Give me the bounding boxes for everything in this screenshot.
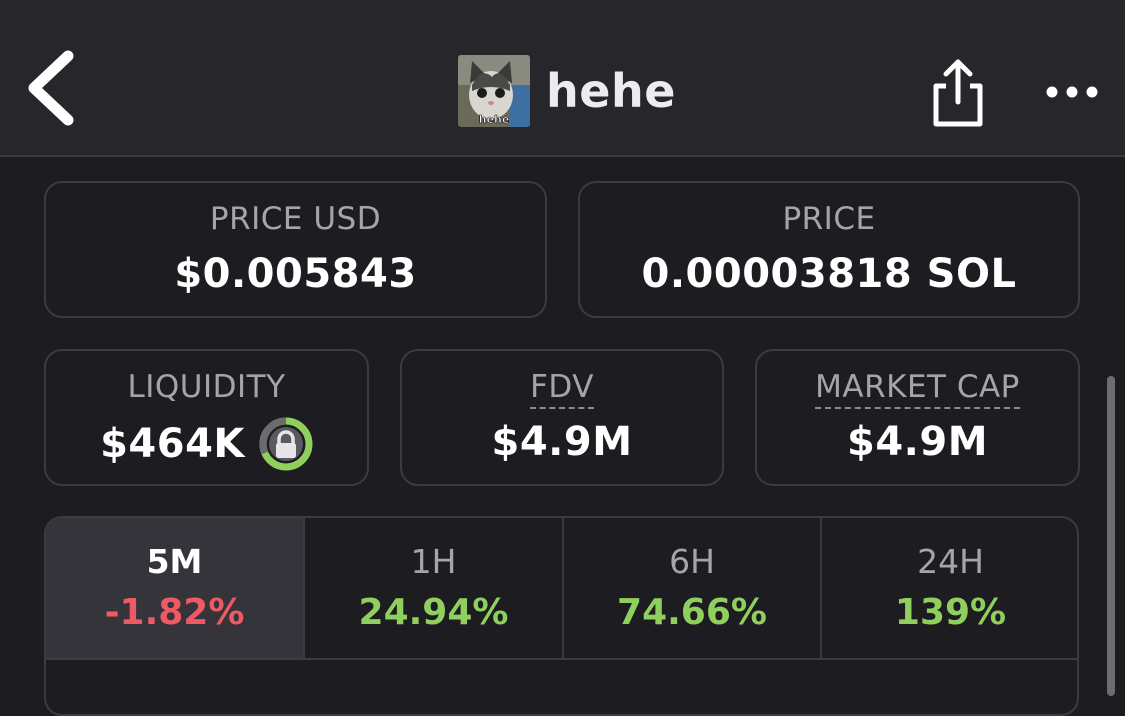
tabs-divider: [46, 658, 1077, 660]
liquidity-value: $464K: [100, 421, 245, 467]
market-cap-label[interactable]: MARKET CAP: [757, 369, 1078, 409]
fdv-label-text: FDV: [530, 369, 594, 409]
token-name: hehe: [546, 64, 676, 118]
timeframe-tabs: 5M -1.82% 1H 24.94% 6H 74.66% 24H 139%: [44, 516, 1079, 716]
price-usd-value: $0.005843: [174, 251, 417, 297]
tab-1h-label: 1H: [410, 542, 457, 581]
share-button[interactable]: [928, 58, 988, 130]
market-cap-value: $4.9M: [847, 419, 988, 465]
liquidity-card: LIQUIDITY $464K: [44, 349, 369, 486]
token-identity[interactable]: hehe hehe: [458, 55, 676, 127]
tab-6h-label: 6H: [669, 542, 715, 581]
price-usd-card: PRICE USD $0.005843: [44, 181, 547, 318]
price-sol-value: 0.00003818 SOL: [641, 251, 1017, 297]
tab-1h-change: 24.94%: [358, 592, 509, 633]
tab-24h[interactable]: 24H 139%: [822, 518, 1077, 660]
market-cap-card: MARKET CAP $4.9M: [755, 349, 1080, 486]
price-sol-label: PRICE: [782, 201, 876, 237]
tab-6h[interactable]: 6H 74.66%: [564, 518, 820, 660]
fdv-card: FDV $4.9M: [400, 349, 724, 486]
more-options-button[interactable]: [1042, 78, 1102, 106]
tab-5m-change: -1.82%: [104, 592, 245, 633]
liquidity-value-row: $464K: [46, 417, 367, 471]
price-usd-label: PRICE USD: [209, 201, 382, 237]
share-icon: [933, 59, 983, 127]
back-button[interactable]: [22, 48, 82, 128]
liquidity-lock-button[interactable]: [259, 417, 313, 471]
tab-5m-label: 5M: [146, 542, 203, 581]
lock-icon: [259, 417, 313, 471]
liquidity-label: LIQUIDITY: [127, 369, 286, 405]
more-horizontal-icon: [1046, 86, 1098, 98]
tab-24h-change: 139%: [894, 592, 1007, 633]
tab-5m[interactable]: 5M -1.82%: [46, 518, 303, 660]
token-avatar: hehe: [458, 55, 530, 127]
avatar-caption: hehe: [479, 113, 510, 126]
scrollbar[interactable]: [1107, 376, 1115, 696]
tab-24h-label: 24H: [917, 542, 984, 581]
fdv-value: $4.9M: [491, 419, 633, 465]
market-cap-label-text: MARKET CAP: [815, 369, 1020, 409]
tab-6h-change: 74.66%: [617, 592, 767, 633]
price-sol-card: PRICE 0.00003818 SOL: [578, 181, 1080, 318]
tab-1h[interactable]: 1H 24.94%: [305, 518, 562, 660]
chevron-left-icon: [28, 50, 74, 126]
fdv-label[interactable]: FDV: [402, 369, 722, 409]
top-bar: hehe hehe: [0, 0, 1125, 157]
